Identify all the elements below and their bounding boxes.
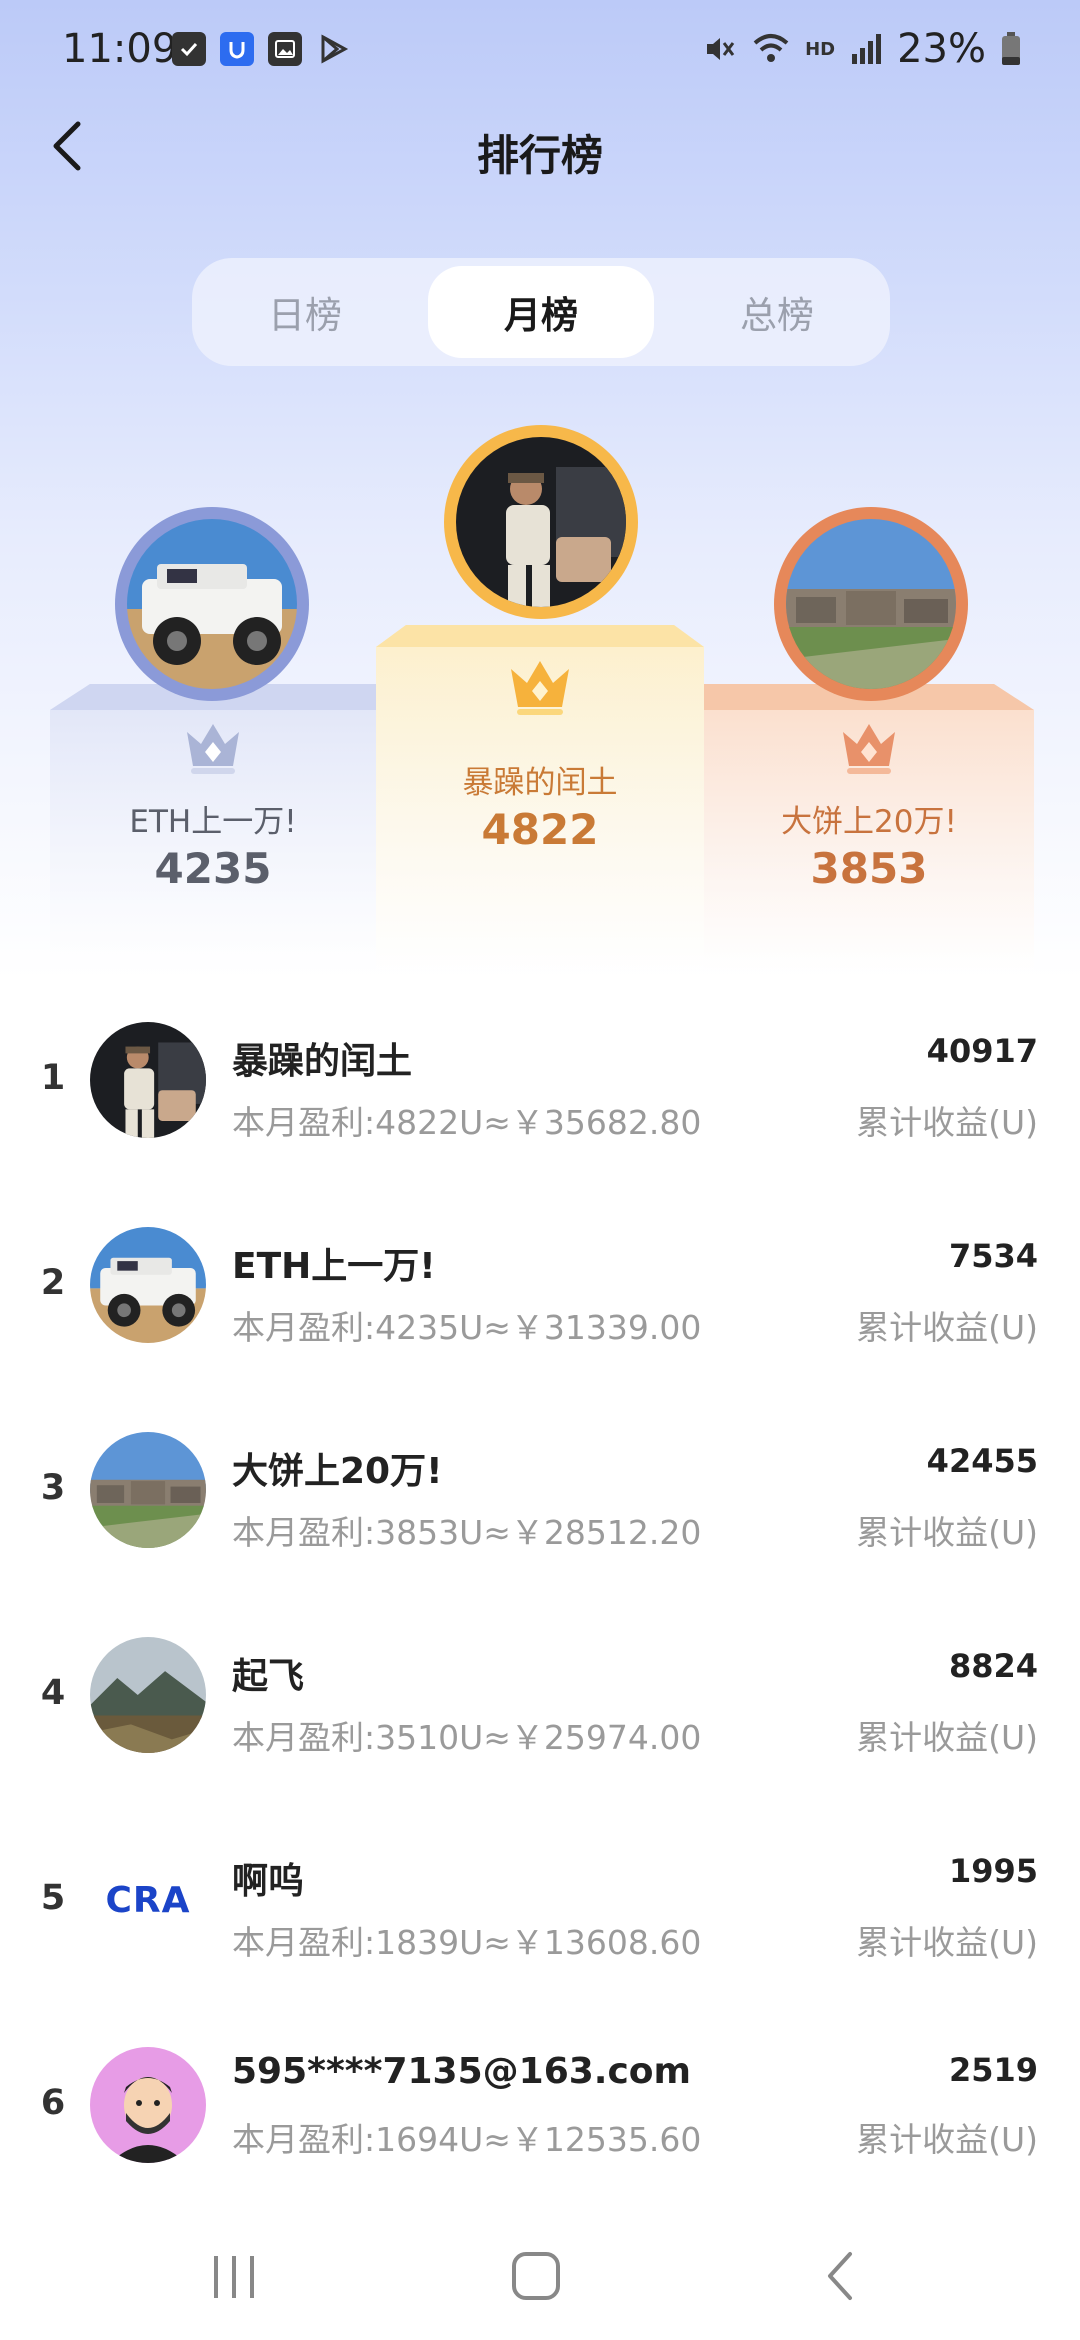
wifi-icon	[753, 34, 789, 62]
user-name: 暴躁的闰土	[232, 1041, 413, 1082]
user-name: 大饼上20万!	[232, 1451, 443, 1492]
podium-third-score: 3853	[810, 844, 928, 893]
total-earnings-label: 累计收益(U)	[856, 2120, 1038, 2159]
list-item[interactable]: 6 595****7135@163.com 本月盈利:1694U≈￥12535.…	[0, 2015, 1080, 2195]
total-score: 8824	[948, 1647, 1038, 1685]
avatar-image-truck	[127, 519, 297, 689]
avatar-image-village	[786, 519, 956, 689]
bronze-crown-icon	[843, 724, 895, 774]
tab-monthly[interactable]: 月榜	[428, 266, 654, 358]
hd-label: HD	[805, 38, 836, 60]
monthly-profit: 本月盈利:4822U≈￥35682.80	[232, 1103, 702, 1142]
avatar	[90, 1227, 206, 1343]
home-button[interactable]	[502, 2242, 570, 2310]
tab-daily[interactable]: 日榜	[192, 266, 418, 358]
mountain-photo	[90, 1637, 206, 1753]
total-score: 2519	[948, 2051, 1038, 2089]
total-earnings-label: 累计收益(U)	[856, 1923, 1038, 1962]
cra-logo: CRA	[105, 1879, 191, 1921]
podium-second-avatar[interactable]	[115, 507, 309, 701]
checkbox-icon	[172, 32, 206, 66]
truck-photo	[90, 1227, 206, 1343]
podium-second-name: ETH上一万!	[129, 804, 297, 840]
list-item[interactable]: 2 ETH上一万! 本月盈利:4235U≈￥31339.00 7534 累计收益…	[0, 1195, 1080, 1375]
podium-second[interactable]: ETH上一万! 4235	[50, 680, 376, 970]
silver-crown-icon	[187, 724, 239, 774]
tab-total[interactable]: 总榜	[664, 266, 890, 358]
rank-number: 2	[40, 1263, 66, 1303]
nav-back-button[interactable]	[808, 2242, 876, 2310]
shield-app-icon	[220, 32, 254, 66]
podium-first[interactable]: 暴躁的闰土 4822	[376, 625, 704, 970]
signal-icon	[852, 34, 882, 64]
rank-number: 5	[40, 1878, 66, 1918]
system-nav-bar	[0, 2220, 1080, 2340]
battery-percent: 23%	[897, 26, 986, 72]
man-photo	[456, 437, 626, 607]
recents-button[interactable]	[200, 2242, 268, 2310]
user-name: 起飞	[232, 1656, 305, 1697]
podium-third-avatar[interactable]	[774, 507, 968, 701]
monthly-profit: 本月盈利:1694U≈￥12535.60	[232, 2120, 702, 2159]
total-earnings-label: 累计收益(U)	[856, 1513, 1038, 1552]
home-icon	[512, 2252, 560, 2300]
village-photo	[90, 1432, 206, 1548]
avatar	[90, 1637, 206, 1753]
mute-icon	[707, 38, 735, 60]
avatar	[90, 1432, 206, 1548]
monthly-profit: 本月盈利:3510U≈￥25974.00	[232, 1718, 702, 1757]
rank-number: 1	[40, 1058, 66, 1098]
total-earnings-label: 累计收益(U)	[856, 1718, 1038, 1757]
period-tabs: 日榜 月榜 总榜	[192, 258, 890, 366]
status-time: 11:09	[62, 26, 178, 72]
battery-icon	[1002, 32, 1020, 65]
rank-number: 6	[40, 2083, 66, 2123]
user-name: 595****7135@163.com	[232, 2051, 692, 2092]
rank-number: 3	[40, 1468, 66, 1508]
user-name: ETH上一万!	[232, 1246, 436, 1287]
podium-third[interactable]: 大饼上20万! 3853	[704, 680, 1034, 970]
total-score: 1995	[948, 1852, 1038, 1890]
play-store-icon	[316, 32, 350, 66]
avatar	[90, 2047, 206, 2163]
system-status-icons: HD 23%	[701, 26, 1022, 72]
man-photo	[90, 1022, 206, 1138]
user-name: 啊呜	[232, 1861, 305, 1902]
podium-third-name: 大饼上20万!	[781, 804, 957, 840]
list-item[interactable]: 4 起飞 本月盈利:3510U≈￥25974.00 8824 累计收益(U)	[0, 1605, 1080, 1785]
list-item[interactable]: 3 大饼上20万! 本月盈利:3853U≈￥28512.20 42455 累计收…	[0, 1400, 1080, 1580]
total-score: 7534	[948, 1237, 1038, 1275]
status-bar: 11:09 HD 23%	[0, 0, 1080, 100]
avatar-image-man	[456, 437, 626, 607]
cartoon-man-avatar	[90, 2047, 206, 2163]
gold-crown-icon	[511, 661, 569, 715]
avatar	[90, 1022, 206, 1138]
podium-first-score: 4822	[481, 805, 599, 854]
monthly-profit: 本月盈利:4235U≈￥31339.00	[232, 1308, 702, 1347]
gallery-icon	[268, 32, 302, 66]
truck-photo	[127, 519, 297, 689]
list-item[interactable]: 5 CRA 啊呜 本月盈利:1839U≈￥13608.60 1995 累计收益(…	[0, 1810, 1080, 1990]
podium-first-name: 暴躁的闰土	[462, 765, 618, 801]
list-item[interactable]: 1 暴躁的闰土 本月盈利:4822U≈￥35682.80 40917 累计收益(…	[0, 990, 1080, 1170]
village-photo	[786, 519, 956, 689]
recents-icon	[214, 2256, 254, 2298]
monthly-profit: 本月盈利:3853U≈￥28512.20	[232, 1513, 702, 1552]
notification-icons	[172, 32, 350, 66]
total-earnings-label: 累计收益(U)	[856, 1308, 1038, 1347]
total-score: 40917	[926, 1032, 1038, 1070]
avatar: CRA	[90, 1842, 206, 1958]
rank-number: 4	[40, 1673, 66, 1713]
total-score: 42455	[926, 1442, 1038, 1480]
podium-first-avatar[interactable]	[444, 425, 638, 619]
monthly-profit: 本月盈利:1839U≈￥13608.60	[232, 1923, 702, 1962]
total-earnings-label: 累计收益(U)	[856, 1103, 1038, 1142]
page-title: 排行榜	[476, 131, 603, 180]
back-icon	[828, 2252, 852, 2300]
podium-second-score: 4235	[154, 844, 272, 893]
